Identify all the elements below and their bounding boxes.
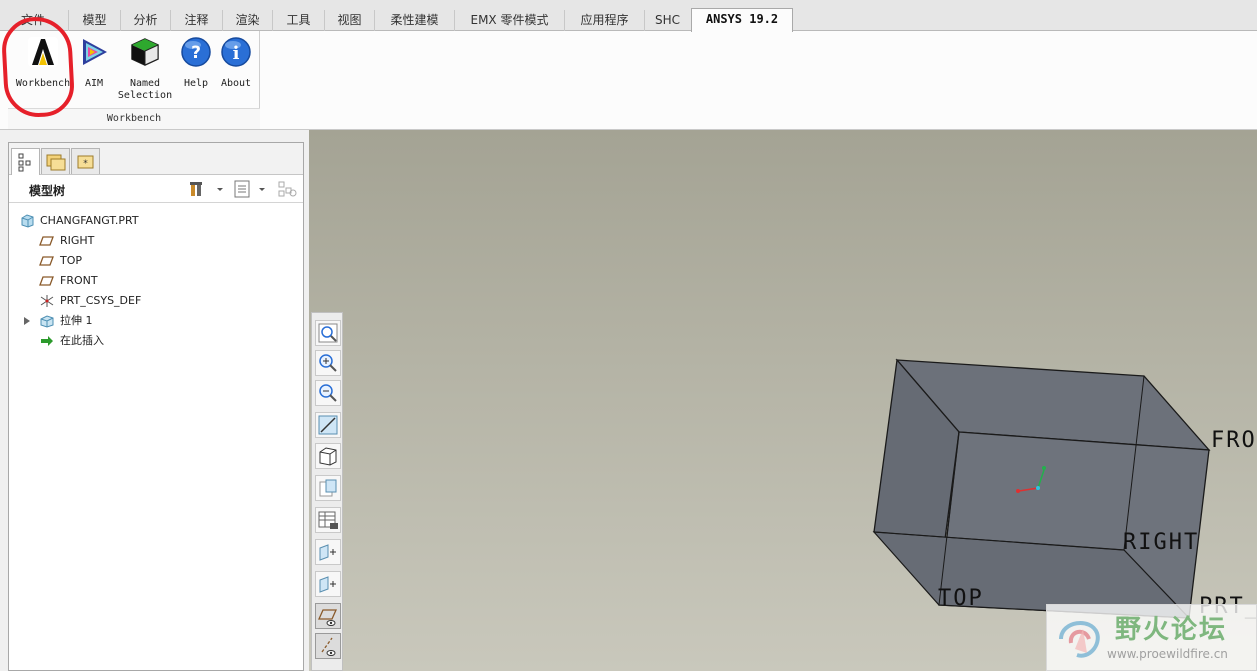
datum-plane-icon — [39, 256, 54, 266]
spin-center-button[interactable] — [315, 571, 341, 597]
panel-tabs: * — [9, 143, 303, 175]
aim-button[interactable]: AIM — [72, 35, 116, 90]
model-tree-title: 模型树 — [29, 184, 66, 198]
about-button[interactable]: i About — [216, 35, 256, 90]
tab-applications[interactable]: 应用程序 — [564, 10, 644, 31]
tab-tools[interactable]: 工具 — [272, 10, 324, 31]
creo-window: 文件 模型 分析 注释 渲染 工具 视图 柔性建模 EMX 零件模式 应用程序 … — [0, 0, 1257, 671]
svg-text:i: i — [233, 43, 240, 64]
favorites-icon: * — [77, 155, 94, 169]
watermark-url: www.proewildfire.cn — [1107, 647, 1228, 661]
saved-orientations-button[interactable] — [315, 475, 341, 501]
model-tree-panel: * 模型树 CHANGFANGT.PRT RIGHT TOP FRONT PRT… — [8, 142, 304, 671]
graphics-toolbar — [311, 312, 343, 671]
ribbon-tab-bar: 文件 模型 分析 注释 渲染 工具 视图 柔性建模 EMX 零件模式 应用程序 … — [0, 0, 1257, 32]
info-icon: i — [219, 35, 253, 69]
extrude-icon — [40, 315, 54, 328]
tab-shc[interactable]: SHC — [644, 10, 690, 31]
watermark-text: 野火论坛 — [1115, 615, 1228, 645]
named-selection-cube-icon — [128, 35, 162, 69]
zoom-out-icon — [319, 384, 337, 402]
red-annotation-circle — [0, 15, 76, 119]
tab-model-tree[interactable] — [11, 148, 40, 175]
repaint-button[interactable] — [315, 412, 341, 438]
refit-button[interactable] — [315, 320, 341, 346]
settings-tools-icon[interactable] — [189, 180, 227, 198]
show-options-icon[interactable] — [233, 180, 271, 198]
datum-label-top: TOP — [938, 586, 984, 611]
perspective-view-button[interactable] — [315, 539, 341, 565]
tab-emx-part-mode[interactable]: EMX 零件模式 — [454, 10, 564, 31]
tab-flexible-modeling[interactable]: 柔性建模 — [374, 10, 454, 31]
zoom-in-button[interactable] — [315, 350, 341, 376]
view-manager-button[interactable] — [315, 507, 341, 533]
help-button[interactable]: ? Help — [178, 35, 214, 90]
display-style-cube-icon — [319, 447, 337, 466]
saved-orientation-icon — [319, 479, 337, 497]
coordinate-system-icon — [40, 295, 54, 307]
tab-ansys[interactable]: ANSYS 19.2 — [691, 8, 793, 32]
datum-plane-icon — [39, 276, 54, 286]
tab-folder-browser[interactable] — [41, 148, 70, 174]
part-model[interactable] — [309, 130, 1257, 671]
datum-label-front: FRO — [1211, 428, 1257, 453]
tab-annotate[interactable]: 注释 — [170, 10, 222, 31]
view-manager-icon — [318, 511, 338, 529]
axis-display-icon — [321, 637, 336, 656]
folder-browser-icon — [46, 154, 66, 171]
help-icon: ? — [179, 35, 213, 69]
tab-view[interactable]: 视图 — [324, 10, 374, 31]
model-tree-header: 模型树 — [9, 175, 303, 203]
ansys-aim-icon — [77, 35, 111, 69]
ribbon-panel: Workbench AIM Named Selection ? Help i A… — [0, 31, 1257, 130]
tree-filter-icon[interactable] — [277, 180, 299, 198]
display-style-button[interactable] — [315, 443, 341, 469]
refit-icon — [318, 323, 338, 343]
insert-here-arrow-icon — [41, 336, 53, 346]
spin-center-icon — [319, 576, 336, 593]
svg-text:?: ? — [191, 43, 201, 63]
datum-plane-icon — [39, 236, 54, 246]
datum-label-right: RIGHT — [1123, 530, 1200, 555]
expand-arrow-icon[interactable] — [23, 317, 31, 325]
svg-text:*: * — [83, 159, 88, 169]
repaint-icon — [318, 415, 338, 435]
perspective-view-icon — [319, 544, 336, 561]
part-icon — [21, 214, 34, 228]
forum-watermark: 野火论坛 www.proewildfire.cn — [1046, 604, 1257, 671]
tab-analysis[interactable]: 分析 — [120, 10, 170, 31]
tab-favorites[interactable]: * — [71, 148, 100, 174]
named-selection-button[interactable]: Named Selection — [116, 35, 174, 102]
tab-model[interactable]: 模型 — [68, 10, 120, 31]
axis-display-button[interactable] — [315, 633, 341, 659]
tab-render[interactable]: 渲染 — [222, 10, 272, 31]
model-tree-icon — [18, 153, 31, 172]
zoom-in-icon — [319, 354, 337, 372]
watermark-logo-icon — [1059, 620, 1100, 658]
zoom-out-button[interactable] — [315, 380, 341, 406]
plane-display-icon — [317, 609, 338, 626]
plane-display-button[interactable] — [315, 603, 341, 629]
graphics-viewport[interactable]: FRO RIGHT TOP PRT_ — [309, 130, 1257, 671]
